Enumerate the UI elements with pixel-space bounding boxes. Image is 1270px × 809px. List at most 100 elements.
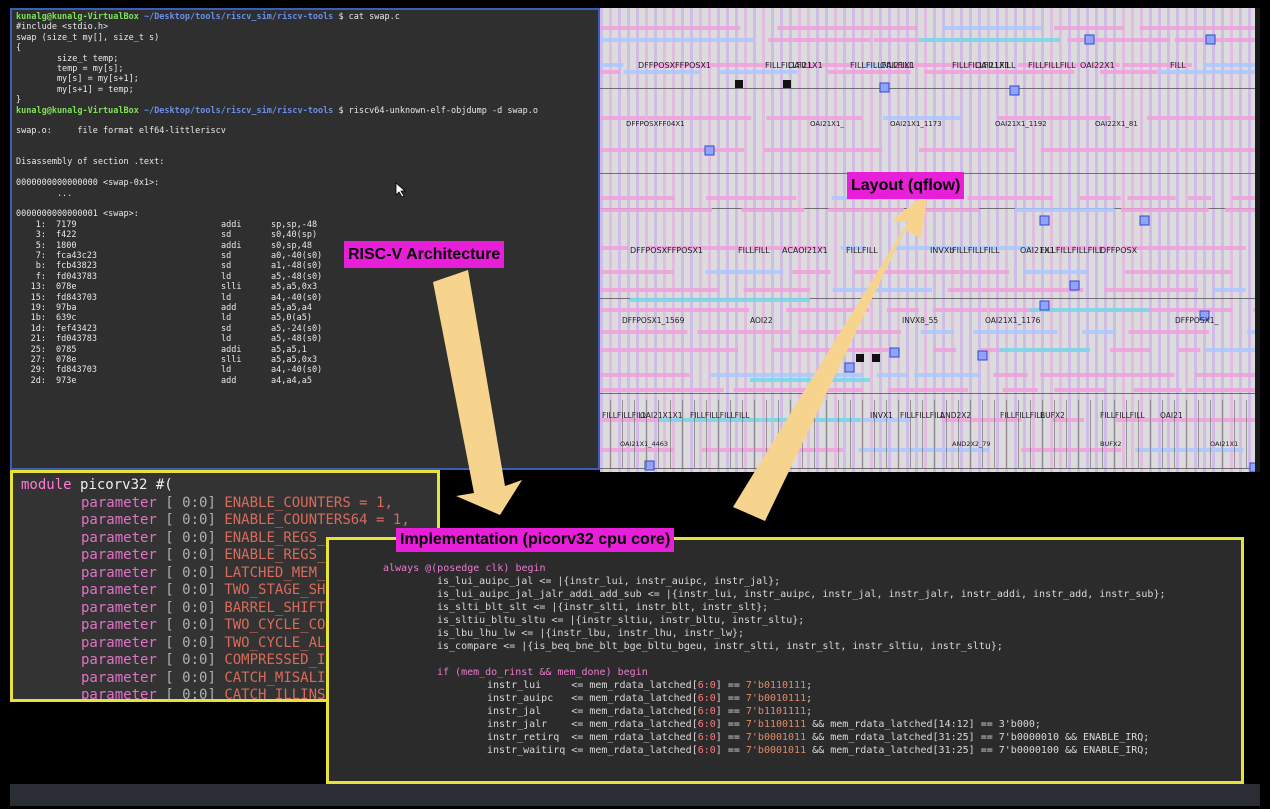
disasm-address: 2d: xyxy=(30,375,46,386)
wire-segment xyxy=(600,288,720,292)
parameter-line: parameter [ 0:0] ENABLE_COUNTERS = 1, xyxy=(21,495,429,513)
metal-stripe xyxy=(744,8,747,472)
metal-stripe xyxy=(1230,8,1233,472)
disasm-opcode: addi xyxy=(221,344,242,355)
disasm-address: 27: xyxy=(30,354,46,365)
wire-segment xyxy=(1231,196,1257,200)
disasm-args: a5,-48(s0) xyxy=(271,334,323,345)
disasm-opcode: sd xyxy=(221,230,232,241)
wire-segment xyxy=(1139,26,1256,30)
decode-range: 6:0 xyxy=(697,680,716,691)
parameter-keyword: parameter xyxy=(81,687,157,702)
disasm-address: b: xyxy=(35,261,46,272)
cell-label: FILL xyxy=(1170,61,1186,70)
decode-line: instr_auipc <= mem_rdata_latched[6:0] ==… xyxy=(337,692,1233,705)
via-square xyxy=(879,82,890,93)
wire-segment xyxy=(705,270,784,274)
disasm-opcode: ld xyxy=(221,313,232,324)
decode-lhs: instr_auipc <= mem_rdata_latched[ xyxy=(487,693,698,704)
metal-stripe xyxy=(1050,8,1053,472)
decode-lhs: instr_jal <= mem_rdata_latched[ xyxy=(487,706,698,717)
module-keyword: module xyxy=(21,477,72,493)
source-line: temp = my[s]; xyxy=(16,63,124,74)
metal-stripe xyxy=(762,8,765,472)
qflow-layout-view[interactable]: DFFPOSXFFPOSX1 FILLFILLFILL OAI21X1 FILLFIL… xyxy=(600,8,1260,472)
assign-line: is_lui_auipc_jal <= |{instr_lui, instr_a… xyxy=(437,576,781,587)
wire-segment xyxy=(828,208,904,212)
parameter-keyword: parameter xyxy=(81,512,157,528)
parameter-name: TWO_CYCLE_ALU xyxy=(224,634,334,651)
metal-stripe xyxy=(1095,8,1098,472)
disasm-args: s0,40(sp) xyxy=(271,230,318,241)
cell-divider xyxy=(814,400,815,468)
cell-divider xyxy=(1066,400,1067,468)
decode-tail: ; xyxy=(806,693,813,704)
wire-segment xyxy=(1224,208,1260,212)
wire-segment xyxy=(1135,448,1244,452)
cell-label: FILLFILLFILL xyxy=(952,246,1000,255)
decode-range: 6:0 xyxy=(697,706,716,717)
parameter-range: [ 0:0] xyxy=(165,582,216,598)
wire-segment xyxy=(1205,348,1260,352)
decode-tail: && mem_rdata_latched[31:25] == 7'b000010… xyxy=(806,745,1150,756)
metal-stripe xyxy=(1194,8,1197,472)
decode-line: instr_jalr <= mem_rdata_latched[6:0] == … xyxy=(337,718,1233,731)
disasm-row: 13: 078e slli a5,a5,0x3 xyxy=(16,282,594,292)
always-text: always @(posedge clk) begin xyxy=(383,563,546,574)
metal-stripe xyxy=(771,8,774,472)
bottom-bar xyxy=(10,784,1260,806)
metal-stripe xyxy=(1158,8,1161,472)
wire-segment xyxy=(600,308,750,312)
decode-mid: ] == xyxy=(715,745,746,756)
cell-label: OAI21X1X1 xyxy=(640,411,683,420)
metal-stripe xyxy=(1131,8,1134,472)
disasm-args: a5,a5,1 xyxy=(271,344,307,355)
metal-stripe xyxy=(942,8,945,472)
wire-segment xyxy=(600,26,741,30)
metal-stripe xyxy=(1032,8,1035,472)
decode-value: 7'b0010111 xyxy=(745,693,807,704)
parameter-keyword: parameter xyxy=(81,582,157,598)
contact-square xyxy=(872,354,880,362)
metal-stripe xyxy=(663,8,666,472)
via-square xyxy=(1039,300,1050,311)
disasm-address: 1b: xyxy=(30,313,46,324)
row-boundary xyxy=(600,468,1260,469)
wire-segment xyxy=(1099,70,1158,74)
wire-segment xyxy=(1195,373,1260,377)
source-line: { xyxy=(16,43,22,54)
cell-label: INVX8_55 xyxy=(902,316,939,325)
metal-stripe xyxy=(888,8,891,472)
wire-segment xyxy=(600,208,713,212)
cell-label: OAI21X1_1176 xyxy=(985,316,1041,325)
parameter-name: TWO_STAGE_SHI xyxy=(224,582,334,598)
source-listing: #include <stdio.h> swap (size_t my[], siz… xyxy=(16,22,594,105)
source-line: size_t temp; xyxy=(16,53,119,64)
wire-segment xyxy=(600,70,621,74)
decode-value: 7'b0001011 xyxy=(745,732,807,743)
wire-segment xyxy=(600,270,674,274)
parameter-range: [ 0:0] xyxy=(165,634,216,651)
disasm-opcode: ld xyxy=(221,271,232,282)
disasm-args: sp,sp,-48 xyxy=(271,219,318,230)
source-line: } xyxy=(16,95,22,106)
decode-range: 6:0 xyxy=(697,732,716,743)
assign-line: is_compare <= |{is_beq_bne_blt_bge_bltu_… xyxy=(437,641,1003,652)
source-line: #include <stdio.h> xyxy=(16,22,109,33)
cell-label: DFFPOSXFF04X1 xyxy=(626,120,685,128)
disasm-row: 1: 7179 addi sp,sp,-48 xyxy=(16,220,594,230)
parameter-range: [ 0:0] xyxy=(165,564,216,581)
disasm-hex: f422 xyxy=(56,230,77,241)
parameter-name: LATCHED_MEM_R xyxy=(224,564,334,581)
terminal-window[interactable]: kunalg@kunalg-VirtualBox ~/Desktop/tools… xyxy=(10,8,600,470)
metal-stripe xyxy=(798,8,801,472)
via-square xyxy=(1039,215,1050,226)
wire-segment xyxy=(791,270,831,274)
wire-segment xyxy=(630,298,810,302)
wire-segment xyxy=(1133,388,1182,392)
wire-segment xyxy=(918,148,1016,152)
metal-stripe xyxy=(1059,8,1062,472)
wire-segment xyxy=(706,196,797,200)
wire-segment xyxy=(1120,208,1209,212)
metal-stripe xyxy=(996,8,999,472)
